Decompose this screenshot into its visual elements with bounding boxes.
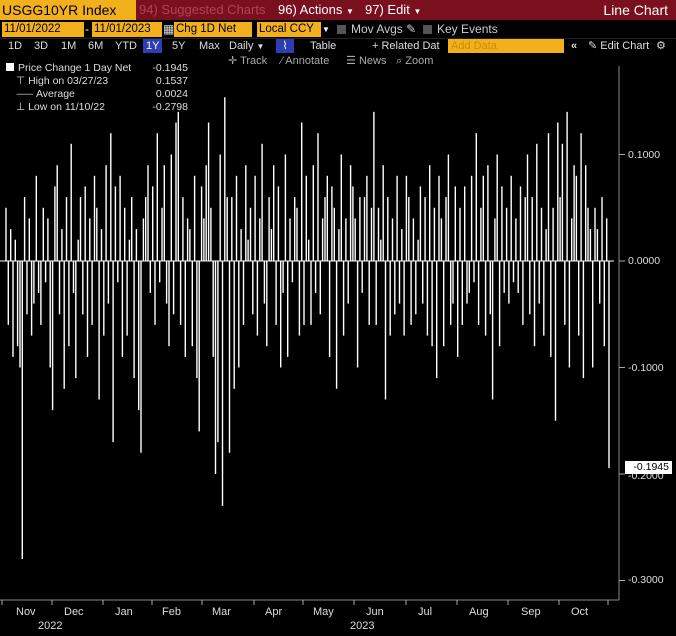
month-label: Mar	[212, 606, 231, 618]
last-value-label: -0.1945	[625, 461, 672, 474]
pen-icon: ∕	[281, 55, 283, 67]
caret-down-icon: ▼	[345, 7, 354, 16]
year-label: 2023	[350, 620, 375, 632]
currency-selector[interactable]: Local CCY	[257, 22, 321, 37]
caret-down-icon: ▼	[256, 42, 265, 51]
range-bar: 1D 3D 1M 6M YTD 1Y 5Y Max Daily ▼ ⌇ Tabl…	[0, 38, 676, 54]
add-data-input[interactable]: Add Data	[448, 39, 564, 53]
axis-ticks	[1, 154, 625, 605]
gear-icon[interactable]: ⚙	[656, 39, 666, 53]
field-selector[interactable]: Chg 1D Net	[174, 22, 252, 37]
legend-low: ⊥ Low on 11/10/22	[16, 101, 105, 113]
square-icon	[6, 63, 14, 71]
legend-average-value: 0.0024	[155, 88, 188, 100]
edit-menu[interactable]: 97) Edit ▼	[365, 0, 421, 20]
month-label: Jan	[115, 606, 133, 618]
legend-series-value: -0.1945	[152, 62, 188, 74]
month-label: Aug	[469, 606, 489, 618]
month-label: Jul	[418, 606, 433, 618]
period-selector[interactable]: Daily ▼	[229, 39, 264, 53]
news-tool[interactable]: ☰ News	[346, 54, 386, 68]
y-tick-label: -0.3000	[628, 574, 664, 586]
legend-average: ⸺ Average	[16, 88, 75, 100]
actions-menu[interactable]: 96) Actions ▼	[278, 0, 354, 20]
date-separator: -	[85, 22, 89, 36]
crosshair-icon: ✛	[228, 55, 238, 67]
range-ytd[interactable]: YTD	[115, 39, 137, 53]
end-date-field[interactable]: 11/01/2023	[92, 22, 162, 37]
month-label: Jun	[366, 606, 384, 618]
mov-avgs-toggle[interactable]: Mov Avgs ✎	[337, 22, 416, 37]
caret-down-icon: ▼	[413, 7, 422, 16]
table-button[interactable]: Table	[310, 39, 336, 53]
average-marker-icon: ⸺	[16, 88, 34, 100]
zoom-tool[interactable]: ⌕ Zoom	[396, 54, 433, 68]
key-events-toggle[interactable]: Key Events	[423, 22, 498, 37]
pencil-icon: ✎	[406, 22, 417, 36]
chevron-down-icon[interactable]: ▼	[322, 22, 330, 37]
legend-series[interactable]: Price Change 1 Day Net	[6, 62, 131, 74]
high-marker-icon: ⊤	[16, 75, 26, 87]
month-label: Dec	[64, 606, 84, 618]
legend-high: ⊤ High on 03/27/23	[16, 75, 109, 87]
related-data-button[interactable]: + Related Dat	[372, 39, 440, 53]
legend-high-value: 0.1537	[155, 75, 188, 87]
low-marker-icon: ⊥	[16, 101, 26, 113]
range-6m[interactable]: 6M	[88, 39, 103, 53]
range-max[interactable]: Max	[199, 39, 220, 53]
range-1y[interactable]: 1Y	[143, 39, 163, 53]
checkbox-icon	[423, 25, 432, 34]
line-chart-icon[interactable]: ⌇	[276, 39, 294, 53]
range-5y[interactable]: 5Y	[172, 39, 185, 53]
bar-series	[5, 97, 610, 559]
range-1m[interactable]: 1M	[61, 39, 76, 53]
month-label: May	[313, 606, 334, 618]
suggested-charts-menu[interactable]: 94) Suggested Charts	[139, 0, 265, 20]
chart-legend: Price Change 1 Day Net -0.1945 ⊤ High on…	[6, 60, 188, 114]
pencil-icon: ✎	[588, 40, 598, 52]
settings-bar: 11/01/2022 - 11/01/2023 ▦ Chg 1D Net Loc…	[0, 22, 676, 38]
news-icon: ☰	[346, 55, 356, 67]
start-date-field[interactable]: 11/01/2022	[2, 22, 84, 37]
annotate-tool[interactable]: ∕ Annotate	[281, 54, 329, 68]
calendar-icon[interactable]: ▦	[163, 22, 174, 37]
track-tool[interactable]: ✛ Track	[228, 54, 267, 68]
year-label: 2022	[38, 620, 63, 632]
checkbox-icon	[337, 25, 346, 34]
y-tick-label: 0.0000	[628, 255, 661, 267]
magnifier-icon: ⌕	[396, 55, 403, 67]
y-tick-label: 0.1000	[628, 149, 661, 161]
ticker-field[interactable]: USGG10YR Index	[0, 0, 136, 20]
legend-low-value: -0.2798	[152, 101, 188, 113]
month-label: Apr	[265, 606, 283, 618]
chart-type-title: Line Chart	[603, 2, 668, 18]
month-label: Sep	[521, 606, 541, 618]
range-3d[interactable]: 3D	[34, 39, 48, 53]
y-tick-label: -0.1000	[628, 362, 664, 374]
month-label: Feb	[162, 606, 181, 618]
month-label: Oct	[571, 606, 589, 618]
range-1d[interactable]: 1D	[8, 39, 22, 53]
month-label: Nov	[16, 606, 36, 618]
collapse-icon[interactable]: «	[571, 39, 577, 53]
edit-chart-button[interactable]: ✎ Edit Chart	[588, 39, 649, 53]
title-bar: USGG10YR Index 94) Suggested Charts 96) …	[0, 0, 676, 20]
